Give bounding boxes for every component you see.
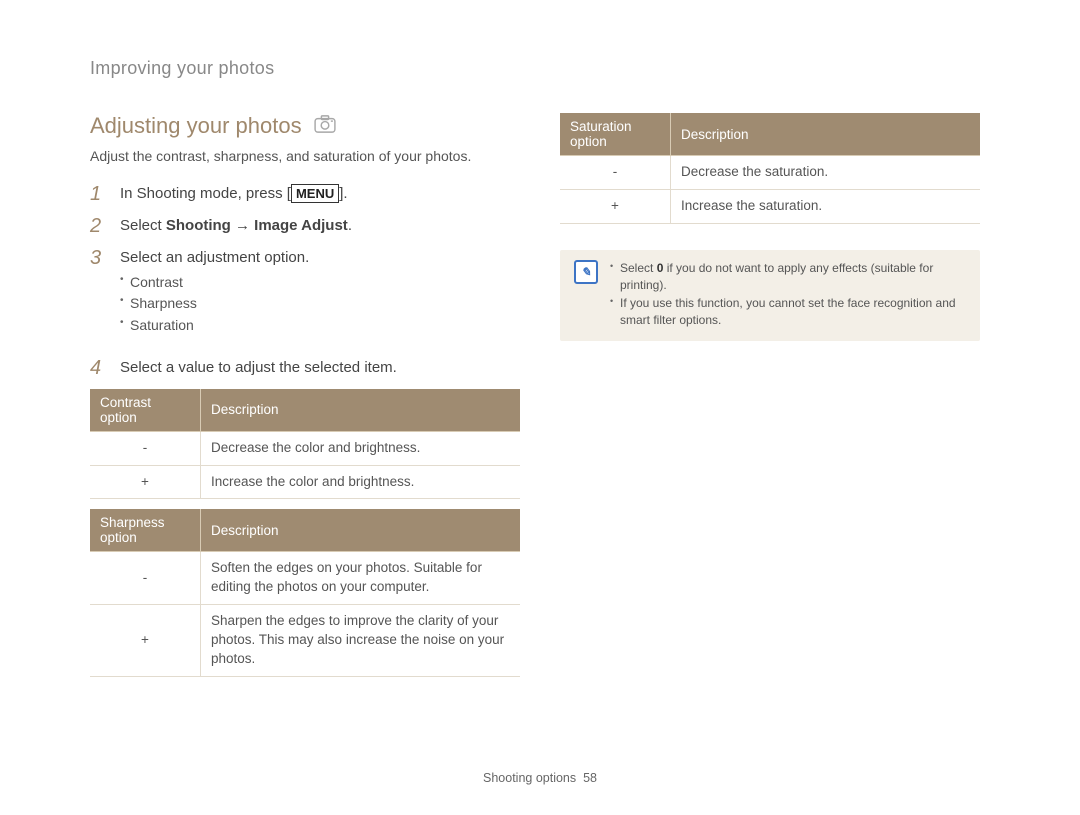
step-body: In Shooting mode, press [MENU]. bbox=[120, 183, 520, 204]
table-row: - Soften the edges on your photos. Suita… bbox=[90, 552, 520, 605]
step-bold-text: Shooting → Image Adjust bbox=[166, 217, 348, 234]
step-text-suffix: . bbox=[348, 217, 352, 234]
two-column-layout: Adjusting your photos Adjust the contras… bbox=[90, 113, 990, 683]
left-column: Adjusting your photos Adjust the contras… bbox=[90, 113, 520, 683]
right-column: Saturation option Description - Decrease… bbox=[560, 113, 980, 683]
step-number: 1 bbox=[90, 183, 106, 205]
step-1: 1 In Shooting mode, press [MENU]. bbox=[90, 183, 520, 205]
option-desc: Increase the saturation. bbox=[671, 189, 981, 223]
note-text-suffix: if you do not want to apply any effects … bbox=[620, 261, 933, 292]
step-text-prefix: Select bbox=[120, 217, 166, 234]
option-key: + bbox=[90, 465, 201, 499]
table-row: + Sharpen the edges to improve the clari… bbox=[90, 605, 520, 677]
step-text-suffix: ]. bbox=[339, 185, 347, 202]
step-text: Select a value to adjust the selected it… bbox=[120, 359, 397, 376]
table-row: + Increase the saturation. bbox=[560, 189, 980, 223]
option-desc: Decrease the saturation. bbox=[671, 156, 981, 190]
note-text-prefix: Select bbox=[620, 261, 657, 275]
option-key: - bbox=[90, 552, 201, 605]
step-body: Select Shooting → Image Adjust. bbox=[120, 215, 520, 236]
option-desc: Sharpen the edges to improve the clarity… bbox=[201, 605, 521, 677]
table-header: Sharpness option bbox=[90, 509, 201, 552]
table-row: - Decrease the saturation. bbox=[560, 156, 980, 190]
saturation-table: Saturation option Description - Decrease… bbox=[560, 113, 980, 224]
note-item: If you use this function, you cannot set… bbox=[610, 295, 966, 330]
step-number: 3 bbox=[90, 247, 106, 269]
list-item: Saturation bbox=[120, 315, 520, 337]
step-4: 4 Select a value to adjust the selected … bbox=[90, 357, 520, 379]
page-footer: Shooting options 58 bbox=[0, 771, 1080, 785]
table-row: - Decrease the color and brightness. bbox=[90, 431, 520, 465]
option-key: + bbox=[90, 605, 201, 677]
table-header: Description bbox=[671, 113, 981, 156]
step-body: Select a value to adjust the selected it… bbox=[120, 357, 520, 378]
section-header: Improving your photos bbox=[90, 58, 990, 79]
step-body: Select an adjustment option. Contrast Sh… bbox=[120, 247, 520, 347]
camera-icon bbox=[314, 113, 336, 139]
contrast-table: Contrast option Description - Decrease t… bbox=[90, 389, 520, 500]
option-desc: Decrease the color and brightness. bbox=[201, 431, 521, 465]
sharpness-table: Sharpness option Description - Soften th… bbox=[90, 509, 520, 676]
document-page: Improving your photos Adjusting your pho… bbox=[0, 0, 1080, 815]
option-desc: Increase the color and brightness. bbox=[201, 465, 521, 499]
note-box: ✎ Select 0 if you do not want to apply a… bbox=[560, 250, 980, 342]
option-key: - bbox=[560, 156, 671, 190]
footer-section-label: Shooting options bbox=[483, 771, 576, 785]
step-text: Select an adjustment option. bbox=[120, 249, 309, 266]
table-header: Description bbox=[201, 389, 521, 432]
option-desc: Soften the edges on your photos. Suitabl… bbox=[201, 552, 521, 605]
step-text-prefix: In Shooting mode, press [ bbox=[120, 185, 291, 202]
option-key: - bbox=[90, 431, 201, 465]
list-item: Sharpness bbox=[120, 293, 520, 315]
notes-list: Select 0 if you do not want to apply any… bbox=[610, 260, 966, 330]
table-header: Contrast option bbox=[90, 389, 201, 432]
step-number: 2 bbox=[90, 215, 106, 237]
step-2: 2 Select Shooting → Image Adjust. bbox=[90, 215, 520, 237]
table-header: Saturation option bbox=[560, 113, 671, 156]
menu-button-label: MENU bbox=[291, 184, 339, 203]
note-item: Select 0 if you do not want to apply any… bbox=[610, 260, 966, 295]
info-icon: ✎ bbox=[574, 260, 598, 284]
table-header: Description bbox=[201, 509, 521, 552]
step-number: 4 bbox=[90, 357, 106, 379]
intro-text: Adjust the contrast, sharpness, and satu… bbox=[90, 147, 520, 167]
page-title: Adjusting your photos bbox=[90, 113, 520, 139]
table-row: + Increase the color and brightness. bbox=[90, 465, 520, 499]
footer-page-number: 58 bbox=[583, 771, 597, 785]
step-3: 3 Select an adjustment option. Contrast … bbox=[90, 247, 520, 347]
page-title-text: Adjusting your photos bbox=[90, 113, 302, 139]
adjustment-options-list: Contrast Sharpness Saturation bbox=[120, 272, 520, 337]
option-key: + bbox=[560, 189, 671, 223]
list-item: Contrast bbox=[120, 272, 520, 294]
